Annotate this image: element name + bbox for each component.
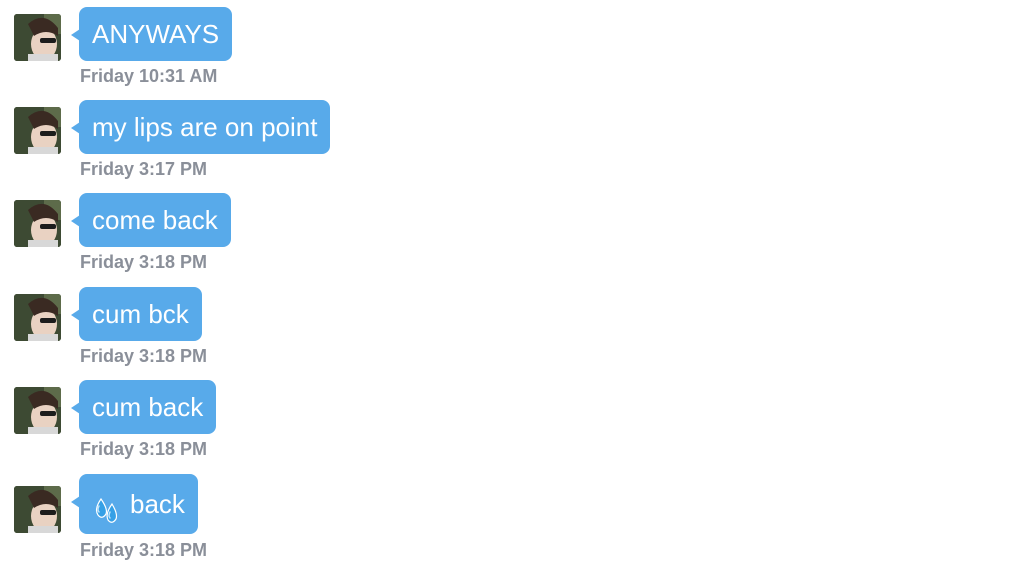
avatar[interactable] <box>14 486 61 533</box>
message-timestamp: Friday 3:18 PM <box>80 252 208 272</box>
avatar[interactable] <box>14 200 61 247</box>
message-bubble[interactable]: back <box>71 474 198 534</box>
message-bubble[interactable]: cum back <box>70 380 217 434</box>
message-bubble[interactable]: ANYWAYS <box>70 7 233 61</box>
message-text: my lips are on point <box>92 112 318 142</box>
sweat-droplets-icon <box>92 489 122 523</box>
message-text: come back <box>92 205 218 235</box>
message-text: ANYWAYS <box>92 19 220 49</box>
message-timestamp: Friday 3:18 PM <box>80 540 208 560</box>
message-timestamp: Friday 10:31 AM <box>80 66 218 86</box>
avatar[interactable] <box>14 107 61 154</box>
message-text: cum back <box>92 392 204 422</box>
message-text: cum bck <box>92 299 189 329</box>
message-text: back <box>130 489 185 519</box>
message-timestamp: Friday 3:17 PM <box>80 159 208 179</box>
message-bubble[interactable]: my lips are on point <box>70 100 331 154</box>
message-timestamp: Friday 3:18 PM <box>80 346 208 366</box>
message-bubble[interactable]: come back <box>71 193 231 247</box>
message-timestamp: Friday 3:18 PM <box>80 439 208 459</box>
avatar[interactable] <box>14 387 61 434</box>
avatar[interactable] <box>14 294 61 341</box>
avatar[interactable] <box>14 14 61 61</box>
message-bubble[interactable]: cum bck <box>71 287 202 341</box>
message-thread: ANYWAYS Friday 10:31 AM my lips are on p… <box>0 0 1024 562</box>
